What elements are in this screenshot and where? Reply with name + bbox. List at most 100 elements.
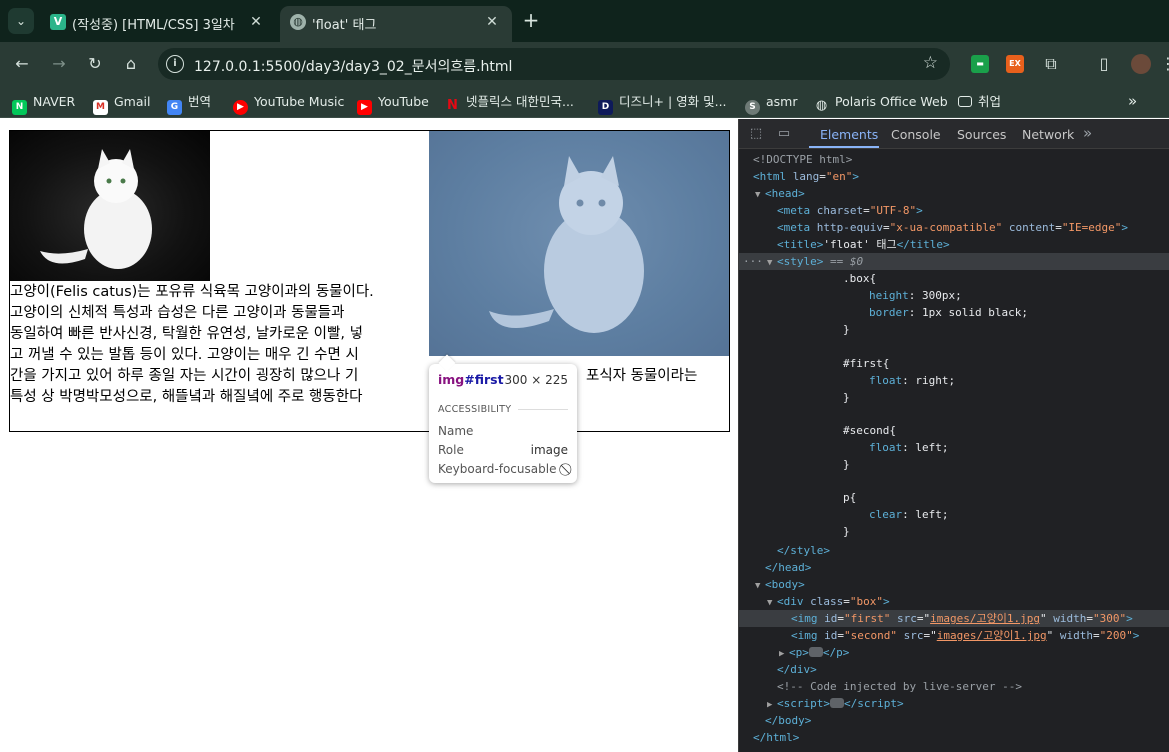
paragraph-tail-text: 포식자 동물이라는 (586, 368, 698, 384)
bookmark-star-icon[interactable]: ☆ (923, 53, 938, 73)
css-line: } (843, 391, 850, 404)
cat-image-second (10, 131, 210, 281)
site-info-icon[interactable]: i (166, 55, 184, 73)
dom-body-close[interactable]: </body> (739, 712, 1169, 729)
translate-icon: G (167, 100, 182, 115)
collapsed-ellipsis-icon[interactable] (829, 698, 844, 708)
dom-style-close[interactable]: </style> (739, 542, 1169, 559)
dom-p[interactable]: ▶ <p> </p> (739, 644, 1169, 661)
close-icon[interactable]: ✕ (482, 12, 502, 32)
dom-div-box[interactable]: ▼ <div class="box"> (739, 593, 1169, 610)
dom-img-second[interactable]: <img id="second" src="images/고양이1.jpg" w… (739, 627, 1169, 644)
more-bookmarks-chevron-icon[interactable]: » (1128, 92, 1137, 110)
extension-ex-icon[interactable]: EX (1006, 55, 1024, 73)
tab-console[interactable]: Console (891, 127, 941, 142)
tab-search-chevron-icon[interactable]: ⌄ (8, 8, 34, 34)
paragraph-line: 고양이의 신체적 특성과 습성은 다른 고양이과 동물들과 (10, 305, 345, 321)
bookmark-item[interactable]: ◍ Polaris Office Web (814, 93, 948, 113)
devtools-tabbar: ⬚ ▭ Elements Console Sources Network » (739, 119, 1169, 149)
dom-meta-compat[interactable]: <meta http-equiv="x-ua-compatible" conte… (739, 219, 1169, 236)
dom-script[interactable]: ▶ <script> </script> (739, 695, 1169, 712)
dom-head[interactable]: ▼ <head> (739, 185, 1169, 202)
dom-html-close[interactable]: </html> (739, 729, 1169, 746)
more-dots-icon[interactable]: ··· (743, 253, 763, 270)
tab-inactive[interactable]: V (작성중) [HTML/CSS] 3일차 ✕ (40, 6, 276, 42)
dom-comment[interactable]: <!-- Code injected by live-server --> (739, 678, 1169, 695)
dom-body[interactable]: ▼ <body> (739, 576, 1169, 593)
forward-arrow-icon[interactable]: → (47, 52, 71, 76)
collapsed-ellipsis-icon[interactable] (808, 647, 823, 657)
extensions-puzzle-icon[interactable]: ⧉ (1039, 52, 1063, 76)
dom-title[interactable]: <title>'float' 태그</title> (739, 236, 1169, 253)
css-line: } (843, 525, 850, 538)
paragraph: 고양이(Felis catus)는 포유류 식육목 고양이과의 동물이다. 고양… (10, 282, 729, 408)
bookmark-item[interactable]: ▶ YouTube Music (233, 93, 344, 115)
more-tabs-chevron-icon[interactable]: » (1083, 124, 1092, 142)
bookmark-item[interactable]: G 번역 (167, 93, 211, 115)
css-line: } (843, 323, 850, 336)
tooltip-row-role: Role image (438, 443, 568, 457)
more-menu-icon[interactable]: ⋮ (1156, 52, 1169, 76)
bookmark-item[interactable]: N 넷플릭스 대한민국... (445, 93, 574, 113)
bookmarks-bar: N NAVER M Gmail G 번역 ▶ YouTube Music ▶ YouTub… (0, 86, 1169, 118)
url-text[interactable]: 127.0.0.1:5500/day3/day3_02_문서의흐름.html (194, 56, 512, 76)
home-icon[interactable]: ⌂ (119, 52, 143, 76)
reload-icon[interactable]: ↻ (83, 52, 107, 76)
disney-icon: D (598, 100, 613, 115)
css-line: #second{ (843, 424, 896, 437)
bookmark-folder[interactable]: 취업 (958, 93, 1001, 111)
bookmark-item[interactable]: ▶ YouTube (357, 93, 429, 115)
css-line: #first{ (843, 357, 890, 370)
bookmark-item[interactable]: M Gmail (93, 93, 150, 115)
address-bar[interactable]: i 127.0.0.1:5500/day3/day3_02_문서의흐름.html… (158, 48, 950, 80)
globe-favicon-icon: ◍ (290, 14, 306, 30)
inspect-tooltip: img#first 300 × 225 ACCESSIBILITY Name R… (429, 364, 577, 483)
dom-head-close[interactable]: </head> (739, 559, 1169, 576)
tooltip-selector: img#first (438, 372, 504, 387)
dom-style-selected[interactable]: ··· ▼ <style> == $0 (739, 253, 1169, 270)
css-line: float: right; (869, 374, 956, 387)
tooltip-row-focusable: Keyboard-focusable⃠ (438, 462, 557, 476)
back-arrow-icon[interactable]: ← (10, 52, 34, 76)
browser-toolbar: ← → ↻ ⌂ i 127.0.0.1:5500/day3/day3_02_문서… (0, 42, 1169, 86)
gmail-icon: M (93, 100, 108, 115)
dom-html[interactable]: <html lang="en"> (739, 168, 1169, 185)
side-panel-icon[interactable]: ▯ (1092, 52, 1116, 76)
active-tab-indicator (809, 146, 879, 148)
css-line: p{ (843, 491, 857, 504)
divider (518, 409, 568, 410)
tab-strip: ⌄ V (작성중) [HTML/CSS] 3일차 ✕ ◍ 'float' 태그 … (0, 0, 1169, 42)
dom-doctype[interactable]: <!DOCTYPE html> (739, 151, 1169, 168)
youtube-music-icon: ▶ (233, 100, 248, 115)
bookmark-item[interactable]: N NAVER (12, 93, 75, 115)
paragraph-line: 동일하여 빠른 반사신경, 탁월한 유연성, 날카로운 이빨, 넣 (10, 326, 363, 342)
tab-title: 'float' 태그 (312, 18, 377, 33)
device-toolbar-icon[interactable]: ▭ (776, 126, 792, 142)
tab-network[interactable]: Network (1022, 127, 1074, 142)
tab-active[interactable]: ◍ 'float' 태그 ✕ (280, 6, 512, 42)
profile-avatar[interactable] (1131, 54, 1151, 74)
bookmark-item[interactable]: D 디즈니+ | 영화 및... (598, 93, 727, 115)
css-line: .box{ (843, 272, 877, 285)
inspect-element-icon[interactable]: ⬚ (748, 126, 764, 142)
extension-green-icon[interactable]: ▬ (971, 55, 989, 73)
youtube-icon: ▶ (357, 100, 372, 115)
velog-favicon-icon: V (50, 14, 66, 30)
naver-icon: N (12, 100, 27, 115)
dom-meta-charset[interactable]: <meta charset="UTF-8"> (739, 202, 1169, 219)
new-tab-plus-icon[interactable]: + (520, 10, 542, 32)
dom-div-close[interactable]: </div> (739, 661, 1169, 678)
css-line: float: left; (869, 441, 949, 454)
tab-title: (작성중) [HTML/CSS] 3일차 (72, 18, 235, 33)
tooltip-section-title: ACCESSIBILITY (438, 404, 512, 415)
folder-icon (958, 96, 972, 107)
tab-sources[interactable]: Sources (957, 127, 1006, 142)
asmr-icon: S (745, 100, 760, 115)
page-viewport: 고양이(Felis catus)는 포유류 식육목 고양이과의 동물이다. 고양… (0, 119, 738, 752)
bookmark-item[interactable]: Sasmr (745, 93, 798, 115)
tab-elements[interactable]: Elements (820, 127, 878, 142)
box-div: 고양이(Felis catus)는 포유류 식육목 고양이과의 동물이다. 고양… (9, 130, 730, 432)
globe-icon: ◍ (815, 98, 828, 113)
close-icon[interactable]: ✕ (246, 12, 266, 32)
dom-img-first[interactable]: <img id="first" src="images/고양이1.jpg" wi… (739, 610, 1169, 627)
